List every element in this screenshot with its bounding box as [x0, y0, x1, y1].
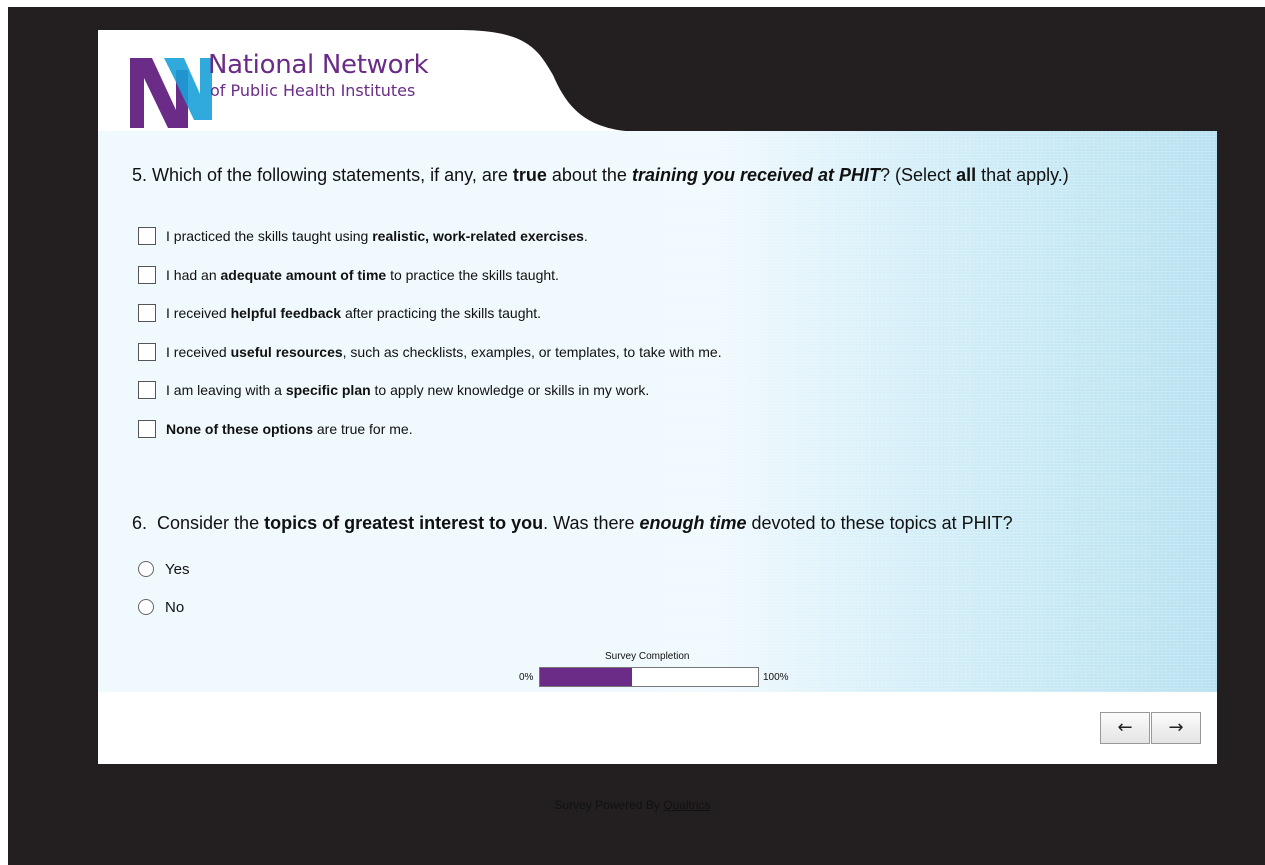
qualtrics-credit: Survey Powered By Qualtrics: [554, 798, 711, 812]
option-label[interactable]: I had an adequate amount of time to prac…: [166, 266, 559, 284]
checkbox[interactable]: [138, 265, 156, 284]
next-button[interactable]: →: [1151, 712, 1201, 744]
survey-header: National Network of Public Health Instit…: [98, 30, 1217, 132]
nnphi-logo: National Network of Public Health Instit…: [128, 50, 448, 128]
option-label[interactable]: No: [165, 599, 184, 616]
option-label[interactable]: I received helpful feedback after practi…: [166, 304, 541, 322]
checkbox[interactable]: [138, 381, 156, 399]
radio-option-yes[interactable]: Yes: [138, 550, 189, 588]
progress-title: Survey Completion: [605, 651, 690, 662]
radio-button[interactable]: [138, 599, 154, 615]
progress-bar-fill: [540, 668, 632, 686]
back-button[interactable]: ←: [1100, 712, 1150, 744]
question-5-options: I practiced the skills taught using real…: [138, 227, 722, 458]
radio-option-no[interactable]: No: [138, 588, 189, 626]
question-5-text: 5. Which of the following statements, if…: [132, 165, 1069, 185]
option-label[interactable]: I practiced the skills taught using real…: [166, 227, 588, 245]
qualtrics-link[interactable]: Qualtrics: [663, 798, 710, 812]
question-6-text: 6. Consider the topics of greatest inter…: [132, 513, 1013, 533]
survey-footer: ← →: [98, 692, 1217, 764]
logo-title: National Network: [208, 50, 429, 80]
logo-subtitle: of Public Health Institutes: [210, 81, 416, 100]
progress-max-label: 100%: [763, 672, 789, 683]
checkbox[interactable]: [138, 304, 156, 322]
question-6-options: Yes No: [138, 550, 189, 626]
question-number: 5.: [132, 165, 148, 185]
checkbox[interactable]: [138, 227, 156, 245]
option-label[interactable]: I am leaving with a specific plan to app…: [166, 381, 649, 399]
option-label[interactable]: Yes: [165, 561, 189, 578]
radio-button[interactable]: [138, 561, 154, 577]
checkbox[interactable]: [138, 342, 156, 361]
checkbox-option[interactable]: None of these options are true for me.: [138, 419, 722, 459]
checkbox-option[interactable]: I am leaving with a specific plan to app…: [138, 381, 722, 420]
checkbox-option[interactable]: I received useful resources, such as che…: [138, 342, 722, 382]
background-texture: [657, 131, 1217, 692]
checkbox[interactable]: [138, 419, 156, 438]
option-label[interactable]: I received useful resources, such as che…: [166, 343, 722, 361]
checkbox-option[interactable]: I had an adequate amount of time to prac…: [138, 265, 722, 305]
checkbox-option[interactable]: I practiced the skills taught using real…: [138, 227, 722, 266]
checkbox-option[interactable]: I received helpful feedback after practi…: [138, 304, 722, 343]
option-label[interactable]: None of these options are true for me.: [166, 420, 413, 438]
progress-min-label: 0%: [519, 672, 534, 683]
survey-body: 5. Which of the following statements, if…: [98, 131, 1217, 692]
question-number: 6.: [132, 513, 148, 533]
nnphi-logo-mark: [130, 58, 212, 128]
progress-bar: [539, 667, 759, 687]
